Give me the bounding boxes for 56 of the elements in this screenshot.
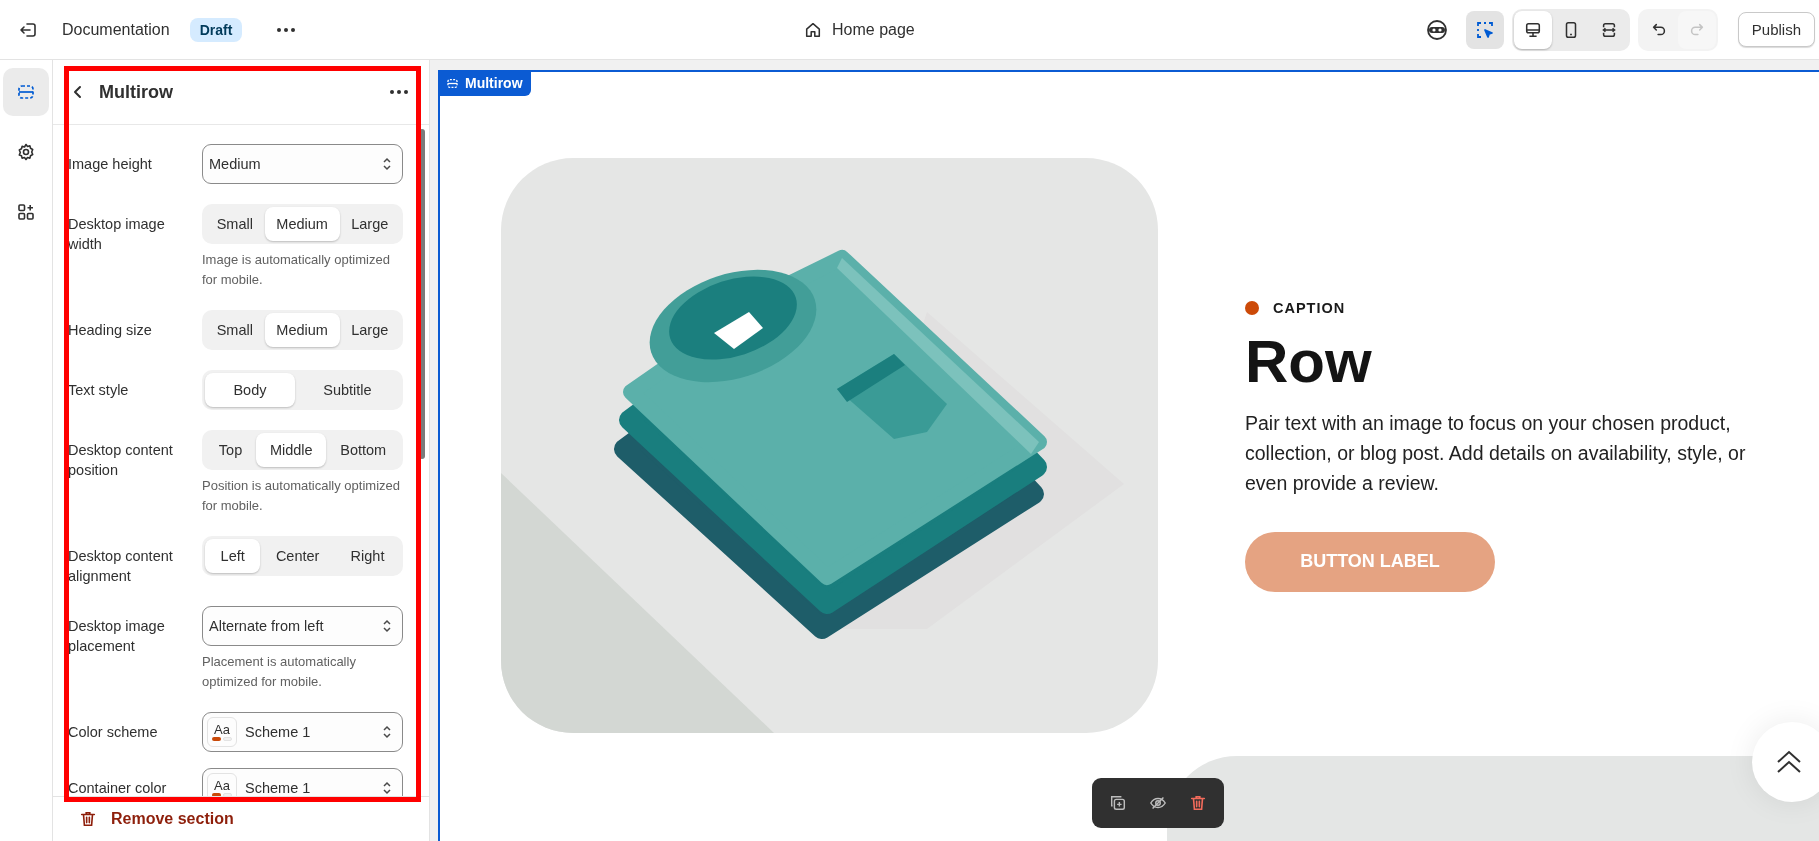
section-tag: Multirow	[438, 70, 531, 96]
chevron-icon	[382, 724, 392, 740]
helmet-icon[interactable]	[1425, 18, 1448, 41]
segment-option[interactable]: Bottom	[326, 433, 400, 467]
store-title: Documentation	[62, 20, 170, 39]
status-badge: Draft	[189, 17, 243, 42]
segment-option[interactable]: Center	[260, 539, 335, 573]
setting-label: Container color	[68, 779, 168, 796]
setting-label: Image height	[68, 155, 153, 174]
segment-option[interactable]: Top	[205, 433, 257, 467]
desktop-icon[interactable]	[1513, 10, 1552, 49]
segment-option[interactable]: Right	[335, 539, 400, 573]
segment-option[interactable]: Small	[205, 207, 265, 241]
remove-section-button[interactable]: Remove section	[79, 810, 234, 828]
color-scheme-field[interactable]: Aa Scheme 1	[202, 712, 403, 752]
more-icon[interactable]	[276, 26, 297, 33]
setting-label: Text style	[68, 381, 130, 400]
segment-option[interactable]: Middle	[256, 433, 327, 467]
setting-label: Desktop image placement	[68, 617, 166, 656]
setting-label: Heading size	[68, 321, 153, 340]
segment-option[interactable]: Large	[339, 207, 400, 241]
segment-option[interactable]: Left	[205, 539, 261, 573]
segment-option[interactable]: Medium	[264, 207, 340, 241]
help-text: Image is automatically optimized for mobile.	[202, 251, 391, 289]
setting-label: Color scheme	[68, 723, 159, 742]
select-field[interactable]: Medium	[202, 144, 403, 184]
more-icon[interactable]	[389, 89, 409, 95]
chevron-icon	[382, 780, 392, 796]
caption-dot-icon	[1245, 300, 1259, 315]
trash-icon	[79, 810, 97, 828]
select-pointer-icon	[1474, 19, 1495, 40]
segment-option[interactable]: Medium	[264, 313, 340, 347]
sections-icon[interactable]	[3, 68, 49, 116]
publish-button[interactable]: Publish	[1737, 12, 1815, 47]
select-field[interactable]: Alternate from left	[202, 606, 403, 646]
panel-title: Multirow	[99, 81, 174, 103]
row-description: Pair text with an image to focus on your chosen product, collection, or blog post. Add details on availability, style, or even provide a review.	[1245, 410, 1747, 496]
segment-option[interactable]: Small	[205, 313, 265, 347]
chevron-icon	[382, 618, 392, 634]
segment-option[interactable]: Subtitle	[294, 373, 400, 407]
segment-option[interactable]: Large	[339, 313, 400, 347]
caption: CAPTION	[1273, 299, 1346, 316]
inspector-button[interactable]	[1465, 10, 1504, 49]
chevron-icon	[382, 156, 392, 172]
help-text: Position is automatically optimized for mobile.	[202, 477, 401, 515]
help-text: Placement is automatically optimized for mobile.	[202, 653, 357, 691]
setting-label: Desktop image width	[68, 215, 166, 254]
sections-icon	[446, 76, 459, 90]
scrollbar[interactable]	[419, 129, 425, 459]
setting-label: Desktop content position	[68, 441, 174, 480]
home-icon	[804, 20, 822, 39]
color-scheme-field[interactable]: Aa Scheme 1	[202, 768, 403, 796]
segment-option[interactable]: Body	[205, 373, 295, 407]
row-heading: Row	[1245, 329, 1372, 394]
page-selector[interactable]: Home page	[800, 16, 919, 43]
setting-label: Desktop content alignment	[68, 547, 174, 586]
